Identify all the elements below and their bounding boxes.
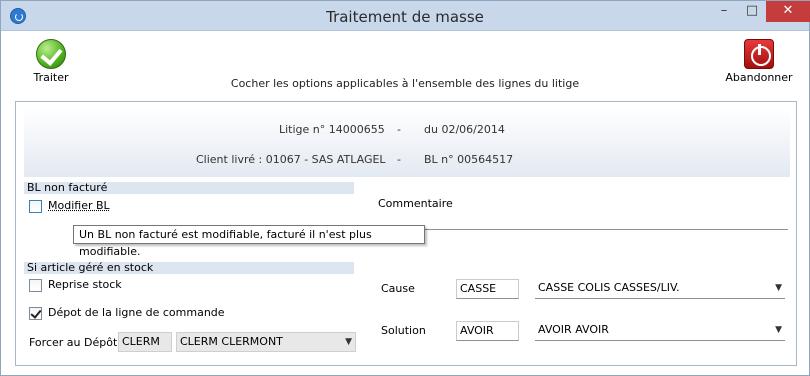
minimize-button[interactable]: –	[711, 1, 737, 22]
client-livre: Client livré : 01067 - SAS ATLAGEL	[196, 153, 386, 166]
chevron-down-icon[interactable]: ▼	[345, 333, 352, 351]
reprise-stock-checkbox[interactable]	[29, 279, 42, 292]
modifier-bl-label[interactable]: Modifier BL	[48, 199, 110, 212]
solution-select[interactable]: AVOIR AVOIR ▼	[535, 321, 785, 341]
bl-number: BL n° 00564517	[424, 153, 514, 166]
main-window: Traitement de masse – □ ✕ Traiter Abando…	[0, 0, 810, 376]
commentaire-input[interactable]	[378, 210, 788, 230]
cause-code-field[interactable]: CASSE	[456, 279, 519, 299]
depot-name-value: CLERM CLERMONT	[180, 335, 283, 348]
litige-number: Litige n° 14000655	[279, 123, 385, 136]
forcer-depot-label: Forcer au Dépôt	[29, 336, 118, 349]
close-button[interactable]: ✕	[766, 1, 810, 22]
power-stop-icon	[744, 39, 774, 69]
solution-code-value: AVOIR	[460, 324, 494, 337]
commentaire-label: Commentaire	[378, 197, 453, 210]
maximize-button[interactable]: □	[739, 1, 765, 22]
window-title: Traitement de masse	[326, 8, 484, 26]
cause-select[interactable]: CASSE COLIS CASSES/LIV. ▼	[535, 279, 785, 299]
depot-code-value: CLERM	[122, 335, 160, 348]
cause-code-value: CASSE	[460, 282, 497, 295]
modifier-bl-checkbox[interactable]	[29, 200, 42, 213]
depot-select[interactable]: CLERM CLERMONT ▼	[176, 332, 356, 352]
instruction-text: Cocher les options applicables à l'ensem…	[230, 77, 580, 90]
stock-section-title: Si article géré en stock	[24, 262, 354, 274]
cause-label: Cause	[381, 282, 415, 295]
check-icon	[36, 39, 66, 69]
cause-description: CASSE COLIS CASSES/LIV.	[538, 281, 680, 294]
header-separator: -	[397, 123, 401, 136]
litige-date: du 02/06/2014	[424, 123, 505, 136]
litige-header: Litige n° 14000655 - du 02/06/2014 Clien…	[24, 107, 790, 177]
depot-code-field[interactable]: CLERM	[118, 332, 172, 352]
modifier-bl-tooltip: Un BL non facturé est modifiable, factur…	[73, 225, 425, 258]
solution-label: Solution	[381, 324, 426, 337]
bl-section-title: BL non facturé	[24, 182, 354, 194]
solution-description: AVOIR AVOIR	[538, 323, 609, 336]
chevron-down-icon[interactable]: ▼	[775, 321, 782, 339]
title-bar: Traitement de masse – □ ✕	[1, 1, 810, 31]
reprise-stock-label[interactable]: Reprise stock	[48, 278, 122, 291]
chevron-down-icon[interactable]: ▼	[775, 279, 782, 297]
header-separator: -	[397, 153, 401, 166]
solution-code-field[interactable]: AVOIR	[456, 321, 519, 341]
depot-ligne-label[interactable]: Dépot de la ligne de commande	[48, 306, 225, 319]
depot-ligne-checkbox[interactable]	[29, 307, 42, 320]
